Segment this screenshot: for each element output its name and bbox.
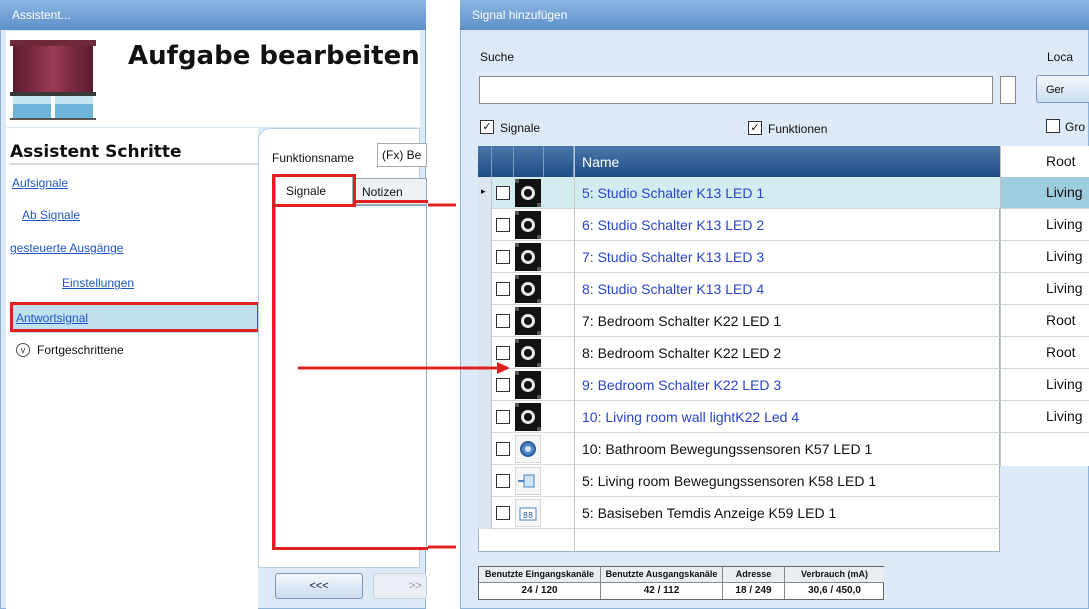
annotation-arrows — [298, 203, 510, 549]
drag-arrow-head — [497, 362, 510, 374]
